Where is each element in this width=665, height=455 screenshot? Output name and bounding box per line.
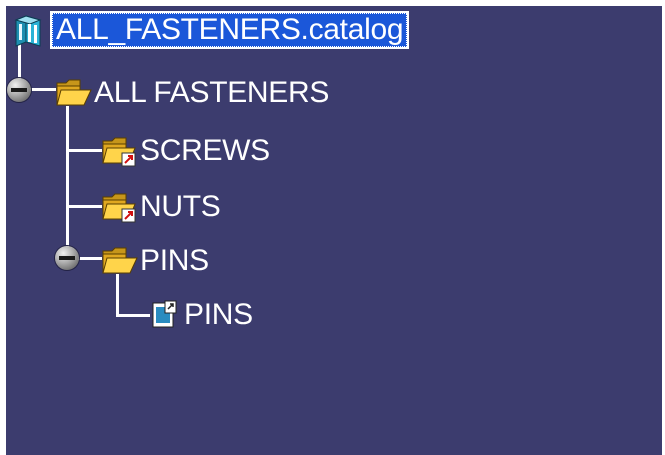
tree-line-chapter-vertical [66, 106, 69, 256]
tree-line-pins-vertical [116, 274, 119, 316]
collapse-root-toggle[interactable] [7, 78, 31, 102]
tree-node-nuts-label: NUTS [140, 190, 221, 223]
tree-node-pins-family-label: PINS [184, 298, 253, 331]
tree-node-pins-label: PINS [140, 244, 209, 277]
folder-link-icon [102, 135, 138, 167]
tree-node-screws[interactable]: SCREWS [102, 134, 272, 168]
collapse-pins-toggle[interactable] [55, 246, 79, 270]
folder-link-icon [102, 191, 138, 223]
tree-line-screws-horizontal [66, 149, 102, 152]
tree-line-nuts-horizontal [66, 205, 102, 208]
catalog-tree-panel: ALL_FASTENERS.catalog ALL FASTENERS SCRE… [6, 6, 662, 455]
tree-node-root-label: ALL_FASTENERS.catalog [50, 11, 410, 49]
tree-node-all-fasteners[interactable]: ALL FASTENERS [56, 76, 331, 110]
tree-node-pins[interactable]: PINS [102, 244, 211, 278]
tree-node-screws-label: SCREWS [140, 134, 270, 167]
catalog-book-icon [10, 12, 50, 48]
part-family-icon [150, 299, 182, 331]
tree-node-nuts[interactable]: NUTS [102, 190, 222, 224]
tree-node-root[interactable]: ALL_FASTENERS.catalog [10, 11, 410, 49]
open-folder-icon [102, 245, 138, 277]
tree-line-leaf-horizontal [116, 314, 150, 317]
tree-node-all-fasteners-label: ALL FASTENERS [94, 76, 330, 109]
tree-node-pins-family[interactable]: PINS [150, 298, 255, 332]
open-folder-icon [56, 77, 92, 109]
